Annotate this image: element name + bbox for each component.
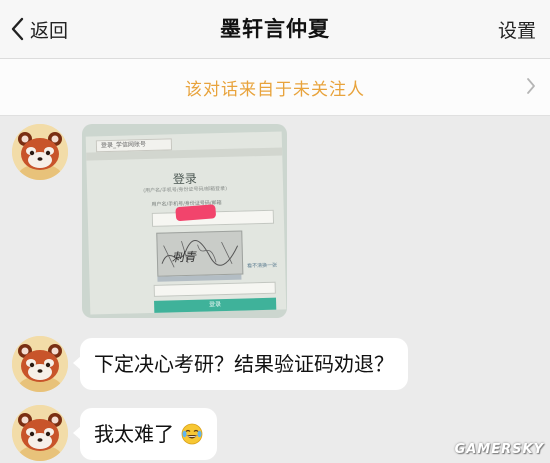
text-message[interactable]: 下定决心考研？结果验证码劝退？ <box>73 338 408 390</box>
crying-laughing-emoji-icon <box>181 423 203 445</box>
text-message[interactable]: 我太难了 <box>72 408 218 460</box>
stranger-notice-bar[interactable]: 该对话来自于未关注人 <box>0 59 550 116</box>
watermark: GAMERSKY <box>454 442 544 457</box>
avatar[interactable] <box>12 124 68 180</box>
red-panda-avatar-icon <box>12 405 68 461</box>
red-panda-avatar-icon <box>12 336 68 392</box>
avatar[interactable] <box>12 336 68 392</box>
captcha-refresh-link: 看不清换一张 <box>247 262 278 270</box>
captcha-scribble-icon: 刺青 <box>161 240 239 268</box>
chevron-right-icon <box>527 78 535 94</box>
notice-text: 该对话来自于未关注人 <box>185 80 365 100</box>
login-button-in-photo: 登录 <box>154 297 277 313</box>
red-panda-avatar-icon <box>12 124 68 180</box>
captcha-input <box>153 281 276 297</box>
captcha-links <box>157 274 242 282</box>
chat-title: 墨轩言仲夏 <box>220 17 330 41</box>
captcha-image: 刺青 <box>156 230 244 277</box>
avatar[interactable] <box>12 405 68 461</box>
message-text: 下定决心考研？结果验证码劝退？ <box>94 352 394 376</box>
image-message[interactable]: 登录_学信网账号 登录 (用户名/手机号/身份证号码/邮箱登录) 用户名/手机号… <box>82 124 287 318</box>
settings-button[interactable]: 设置 <box>498 16 536 43</box>
login-screen-photo: 登录_学信网账号 登录 (用户名/手机号/身份证号码/邮箱登录) 用户名/手机号… <box>85 131 287 315</box>
top-nav-bar: 返回 墨轩言仲夏 设置 <box>0 0 550 59</box>
message-text: 我太难了 <box>94 422 174 446</box>
svg-text:刺青: 刺青 <box>172 250 197 265</box>
